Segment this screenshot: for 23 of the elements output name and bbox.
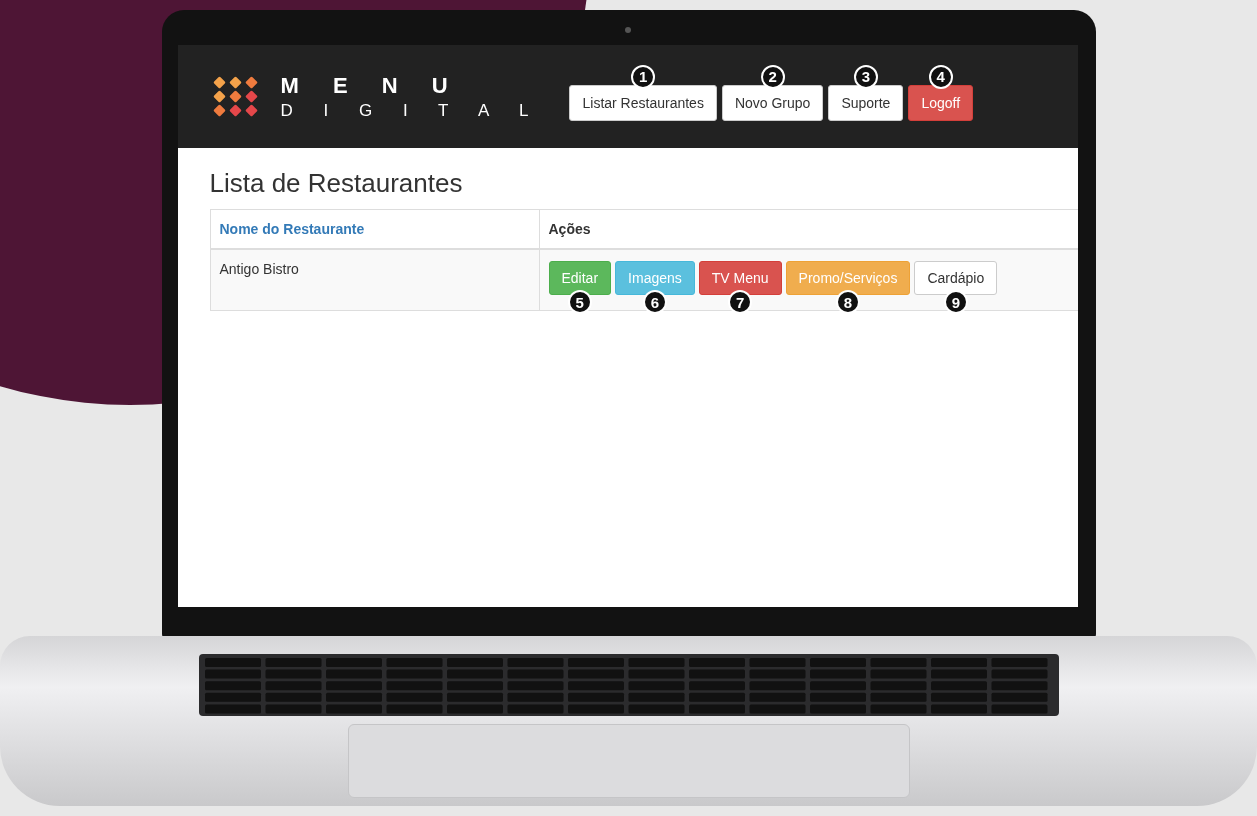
camera-icon bbox=[624, 27, 631, 33]
nav-button[interactable]: Suporte bbox=[828, 84, 904, 121]
action-button[interactable]: TV Menu bbox=[698, 261, 782, 295]
number-badge: 7 bbox=[728, 290, 753, 314]
nav-button[interactable]: Logoff bbox=[908, 84, 974, 121]
logo-text: M E N U bbox=[280, 72, 463, 99]
nav-button[interactable]: Listar Restaurantes bbox=[569, 84, 717, 121]
column-header[interactable]: Nome do Restaurante bbox=[219, 221, 365, 237]
logo-subtext: D I G I T A L bbox=[280, 100, 542, 121]
action-button[interactable]: Cardápio bbox=[914, 261, 998, 295]
number-badge: 9 bbox=[943, 290, 968, 314]
action-button[interactable]: Editar bbox=[548, 261, 612, 295]
nav-button[interactable]: Novo Grupo bbox=[721, 84, 824, 121]
number-badge: 4 bbox=[928, 64, 953, 89]
number-badge: 8 bbox=[836, 290, 860, 314]
table-cell: Antigo Bistro bbox=[219, 261, 299, 277]
column-header: Ações bbox=[548, 221, 591, 237]
number-badge: 6 bbox=[642, 290, 667, 314]
number-badge: 1 bbox=[631, 64, 656, 89]
number-badge: 5 bbox=[567, 290, 592, 314]
number-badge: 2 bbox=[760, 64, 785, 89]
number-badge: 3 bbox=[853, 64, 878, 89]
page-title: Lista de Restaurantes bbox=[209, 168, 464, 199]
